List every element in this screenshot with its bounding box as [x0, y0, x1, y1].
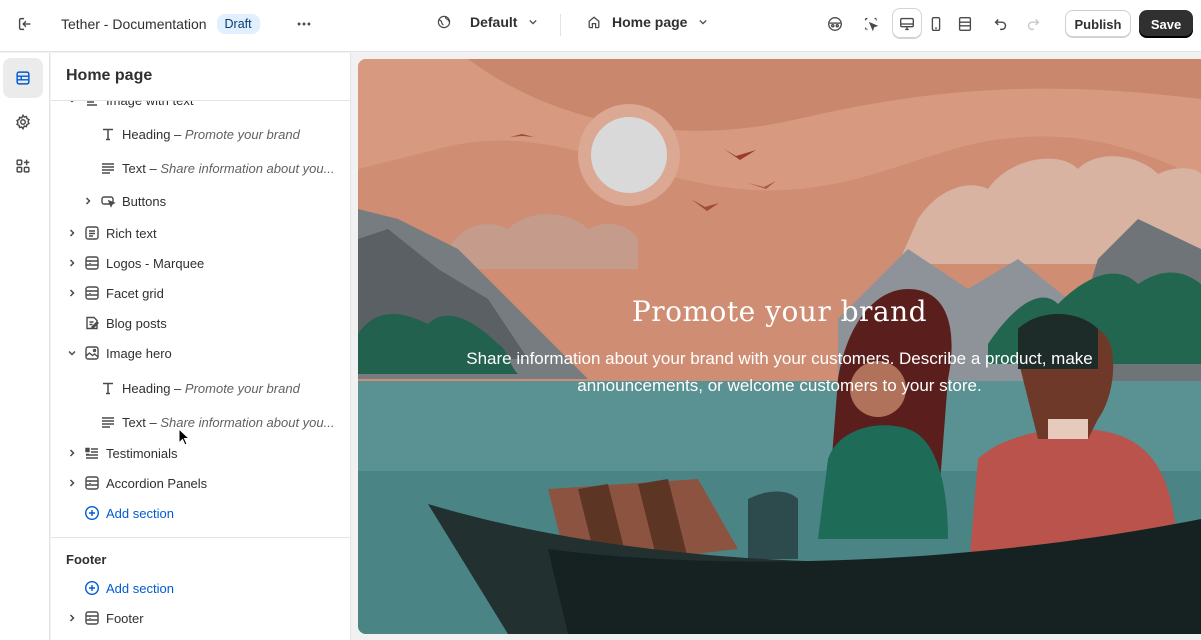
full-width-view-icon[interactable]: [950, 9, 980, 39]
tree-item-label: Image hero: [106, 346, 172, 361]
chevron-right-icon[interactable]: [66, 257, 78, 269]
globe-icon: [437, 15, 451, 29]
tree-item-image-hero[interactable]: Image hero: [51, 338, 350, 368]
theme-dropdown[interactable]: Default: [436, 14, 541, 30]
add-section-label: Add section: [106, 506, 174, 521]
section-icon: [85, 611, 99, 625]
tree-item-label: Footer: [106, 611, 144, 626]
redo-icon[interactable]: [1018, 9, 1048, 39]
chevron-right-icon[interactable]: [66, 227, 78, 239]
chevron-down-icon: [699, 19, 708, 25]
divider: [51, 537, 350, 538]
tree-item-blog-posts[interactable]: Blog posts: [51, 308, 350, 338]
tree-item-buttons[interactable]: Buttons: [51, 186, 350, 216]
store-title: Tether - Documentation: [61, 16, 207, 32]
page-dropdown-label: Home page: [612, 14, 688, 30]
chevron-right-icon[interactable]: [66, 477, 78, 489]
text-icon: [102, 163, 114, 174]
chevron-right-icon[interactable]: [66, 612, 78, 624]
tree-item-label: Facet grid: [106, 286, 164, 301]
section-icon: [85, 476, 99, 490]
gear-icon[interactable]: [3, 102, 43, 142]
chevron-right-icon[interactable]: [82, 195, 94, 207]
tree-item-label: Accordion Panels: [106, 476, 208, 491]
apps-icon[interactable]: [3, 146, 43, 186]
tree-item-accordion-panels[interactable]: Accordion Panels: [51, 468, 350, 498]
section-icon: [85, 286, 99, 300]
add-section-button[interactable]: Add section: [51, 498, 350, 528]
ai-assistant-icon[interactable]: [820, 9, 850, 39]
tree-item-heading[interactable]: Heading – Promote your brand: [51, 373, 350, 403]
divider: [560, 14, 561, 36]
tree-item-text[interactable]: Text – Share information about you...: [51, 153, 350, 183]
tree-item-detail: Share information about you...: [160, 161, 335, 176]
footer-add-section-button[interactable]: Add section: [51, 573, 350, 603]
footer-group-title: Footer: [66, 552, 107, 567]
tree-item-label: Heading: [122, 381, 171, 396]
page-title: Home page: [66, 67, 153, 84]
hero-text[interactable]: Share information about your brand with …: [418, 345, 1141, 399]
divider: [350, 53, 351, 640]
left-rail: [0, 53, 50, 640]
chevron-right-icon[interactable]: [66, 287, 78, 299]
tree-item-label: Text: [122, 415, 146, 430]
tree-item-label: Heading: [122, 127, 171, 142]
publish-button[interactable]: Publish: [1065, 10, 1131, 38]
status-badge: Draft: [216, 14, 260, 34]
heading-icon: [103, 128, 113, 141]
hero-heading[interactable]: Promote your brand: [358, 295, 1201, 328]
exit-icon[interactable]: [10, 9, 40, 39]
sidebar-header: Home page: [51, 53, 350, 100]
blog-icon: [86, 316, 99, 330]
page-dropdown[interactable]: Home page: [586, 14, 711, 30]
image-icon: [85, 346, 99, 360]
divider: [51, 100, 350, 101]
tree-item-label: Testimonials: [106, 446, 178, 461]
plus-circle-icon: [84, 505, 100, 521]
plus-circle-icon: [84, 580, 100, 596]
heading-icon: [103, 382, 113, 395]
tree-item-label: Blog posts: [106, 316, 167, 331]
more-actions-icon[interactable]: [289, 9, 319, 39]
chevron-down-icon: [529, 19, 538, 25]
desktop-view-icon[interactable]: [892, 8, 922, 39]
buttons-icon: [101, 196, 116, 208]
home-icon: [588, 16, 600, 29]
mouse-cursor-icon: [178, 428, 190, 446]
tree-item-facet-grid[interactable]: Facet grid: [51, 278, 350, 308]
store-preview[interactable]: Promote your brand Share information abo…: [358, 59, 1201, 634]
inspector-icon[interactable]: [856, 9, 886, 39]
tree-item-text[interactable]: Text – Share information about you...: [51, 407, 350, 437]
tree-item-footer[interactable]: Footer: [51, 603, 350, 633]
tree-item-label: Rich text: [106, 226, 157, 241]
testimonials-icon: [85, 447, 98, 459]
tree-item-label: Logos - Marquee: [106, 256, 205, 271]
tree-item-testimonials[interactable]: Testimonials: [51, 438, 350, 468]
add-section-label: Add section: [106, 581, 174, 596]
save-button[interactable]: Save: [1139, 10, 1193, 38]
tree-item-detail: Promote your brand: [184, 381, 300, 396]
tree-item-detail: Promote your brand: [184, 127, 300, 142]
tree-item-heading[interactable]: Heading – Promote your brand: [51, 119, 350, 149]
text-icon: [102, 417, 114, 428]
tree-item-label: Text: [122, 161, 146, 176]
chevron-right-icon[interactable]: [66, 447, 78, 459]
theme-dropdown-label: Default: [470, 14, 518, 30]
rich-text-icon: [85, 226, 99, 240]
chevron-down-icon[interactable]: [66, 347, 78, 359]
top-bar: Tether - Documentation Draft Default Hom…: [0, 0, 1201, 52]
tree-item-logos-marquee[interactable]: Logos - Marquee: [51, 248, 350, 278]
tree-item-label: Buttons: [122, 194, 167, 209]
mobile-view-icon[interactable]: [921, 9, 951, 39]
sections-icon[interactable]: [3, 58, 43, 98]
undo-icon[interactable]: [986, 9, 1016, 39]
section-icon: [85, 256, 99, 270]
tree-item-rich-text[interactable]: Rich text: [51, 218, 350, 248]
sections-sidebar: Home page Image with text Home page Head…: [51, 53, 350, 640]
